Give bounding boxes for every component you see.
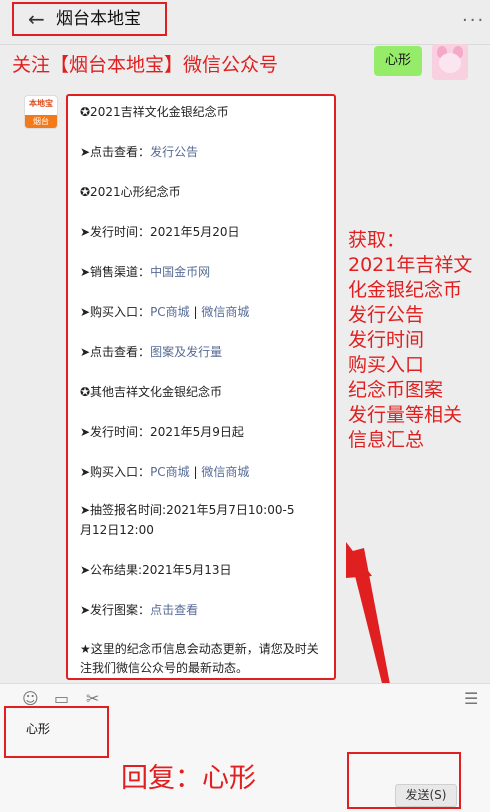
arrow-head-up — [346, 542, 372, 578]
reply-highlight-box — [4, 706, 109, 758]
chat-history-icon[interactable]: ☰ — [464, 690, 478, 708]
send-button[interactable]: 发送(S) — [395, 784, 457, 807]
message-input[interactable]: 心形 — [26, 721, 50, 737]
reply-instruction: 回复：心形 — [121, 763, 256, 794]
